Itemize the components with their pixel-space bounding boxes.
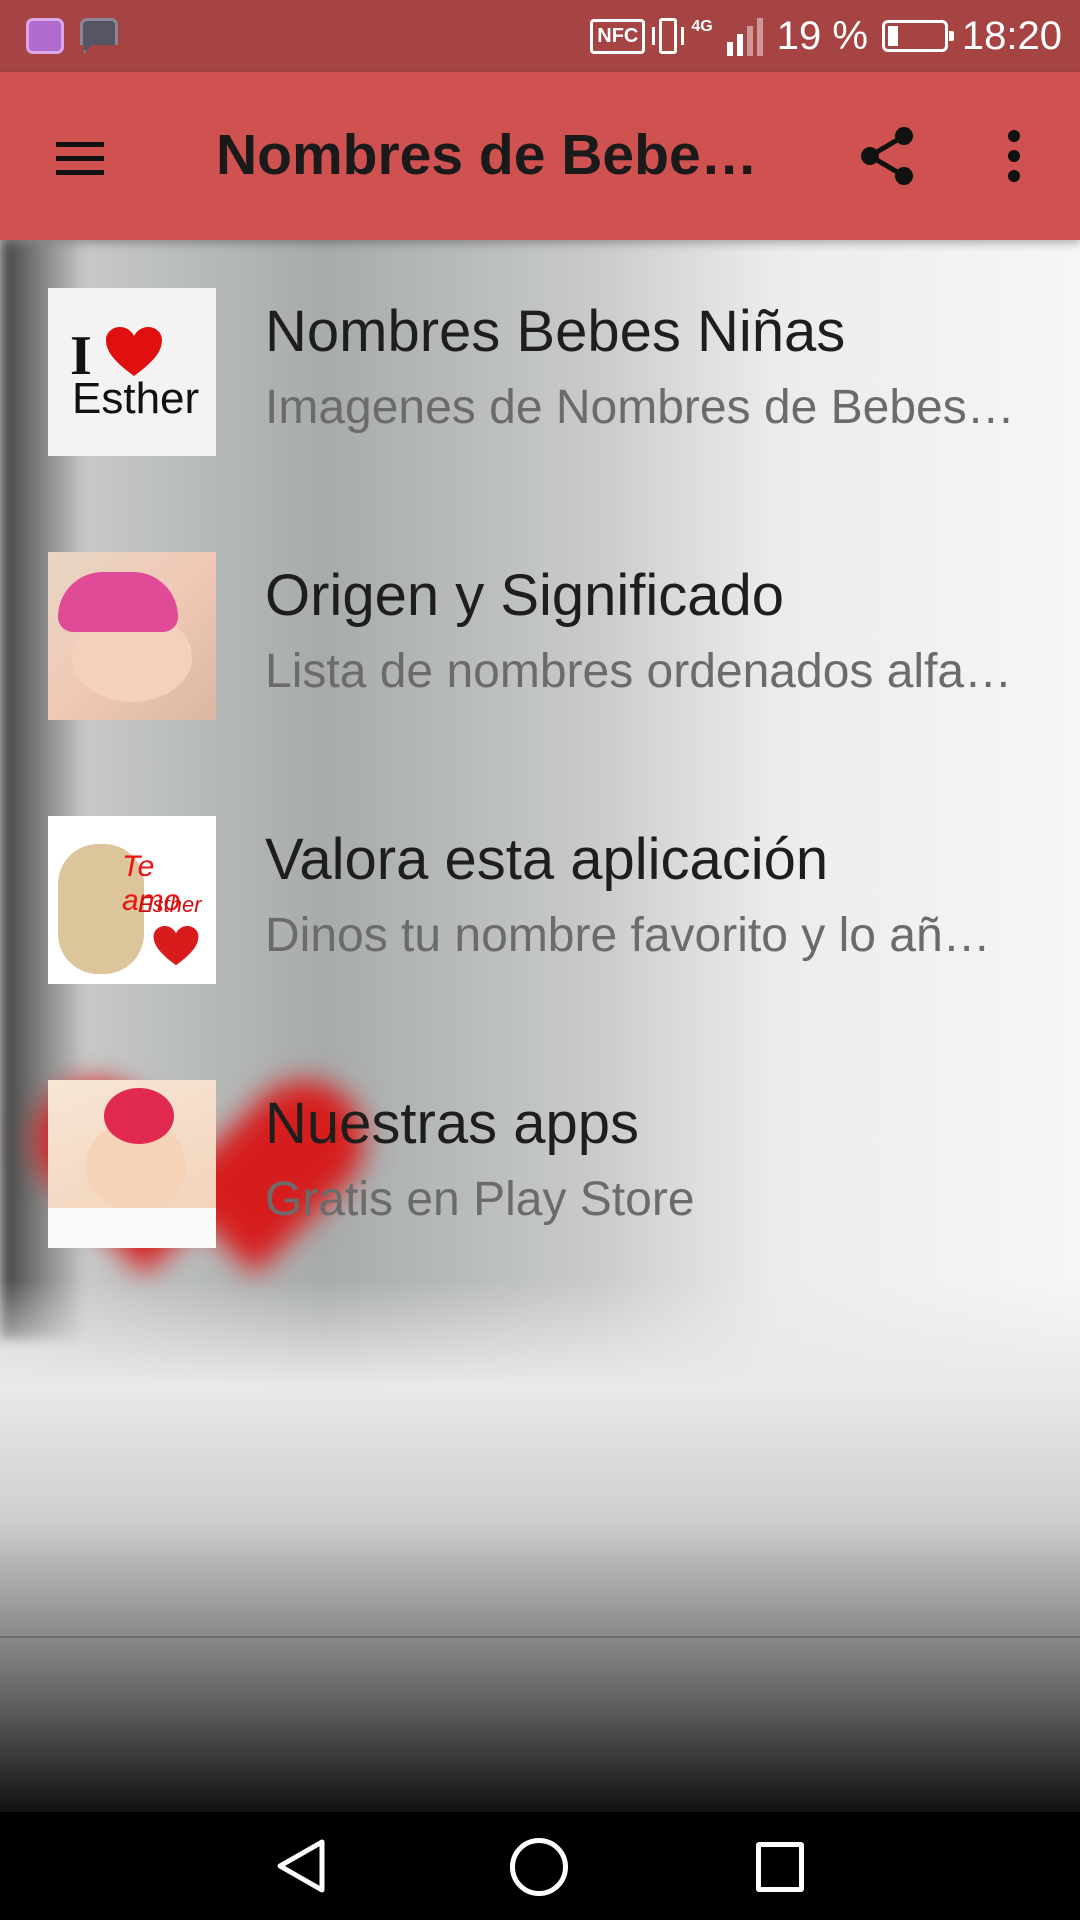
- list-item-nuestras-apps[interactable]: Nuestras apps Gratis en Play Store: [0, 1032, 1080, 1252]
- share-icon[interactable]: [856, 124, 920, 188]
- back-triangle-icon[interactable]: [272, 1836, 332, 1896]
- signal-icon: [726, 16, 763, 56]
- list-item-origen-y-significado[interactable]: Origen y Significado Lista de nombres or…: [0, 504, 1080, 724]
- more-vert-icon[interactable]: [992, 124, 1036, 188]
- thumbnail-name: Esther: [72, 374, 200, 423]
- item-subtitle: Dinos tu nombre favorito y lo añadiremos: [265, 909, 1017, 962]
- i-love-esther-thumbnail: I Esther: [48, 288, 216, 456]
- app-bar: Nombres de Bebes de Nombre de Niña: [0, 72, 1080, 240]
- heart-icon: [153, 926, 199, 966]
- clock: 18:20: [961, 13, 1062, 58]
- gallery-notification-icon: [26, 18, 64, 54]
- nfc-icon: NFC: [590, 18, 646, 54]
- thumbnail-text-esther: Esther: [138, 892, 202, 917]
- main-list-view[interactable]: I Esther Nombres Bebes Niñas Imagenes de…: [0, 240, 1080, 1812]
- item-title: Nuestras apps: [265, 1091, 639, 1156]
- item-subtitle: Gratis en Play Store: [265, 1173, 695, 1226]
- chart-notification-icon: [80, 18, 118, 54]
- home-circle-icon[interactable]: [510, 1838, 568, 1896]
- status-indicators: NFC 4G 19 % 18:20: [590, 10, 1062, 62]
- teddy-bear-thumbnail: Te amo Esther: [48, 816, 216, 984]
- item-subtitle: Imagenes de Nombres de Bebes de Niña: [265, 381, 1017, 434]
- battery-icon: [881, 20, 954, 52]
- baby-in-tub-thumbnail: [48, 1080, 216, 1248]
- battery-percent: 19 %: [776, 13, 868, 58]
- recents-square-icon[interactable]: [756, 1842, 804, 1892]
- status-bar: NFC 4G 19 % 18:20: [0, 0, 1080, 72]
- heart-icon: [106, 327, 162, 376]
- list-item-valora-esta-aplicacion[interactable]: Te amo Esther Valora esta aplicación Din…: [0, 768, 1080, 988]
- notification-icons: [26, 18, 118, 54]
- item-subtitle: Lista de nombres ordenados alfabeticamen…: [265, 645, 1017, 698]
- battery-level-fill: [887, 26, 898, 46]
- item-title: Origen y Significado: [265, 563, 785, 628]
- network-type-label: 4G: [691, 18, 713, 35]
- item-title: Valora esta aplicación: [265, 827, 829, 892]
- sleeping-baby-thumbnail: [48, 552, 216, 720]
- vibrate-icon: [652, 18, 685, 54]
- system-nav-bar: [0, 1812, 1080, 1920]
- background-floor: [0, 1280, 1080, 1812]
- item-title: Nombres Bebes Niñas: [265, 299, 846, 364]
- list-item-nombres-bebes-ninas[interactable]: I Esther Nombres Bebes Niñas Imagenes de…: [0, 240, 1080, 460]
- divider: [0, 1636, 1080, 1638]
- hamburger-menu-icon[interactable]: [48, 132, 112, 180]
- app-title: Nombres de Bebes de Nombre de Niña: [216, 123, 776, 187]
